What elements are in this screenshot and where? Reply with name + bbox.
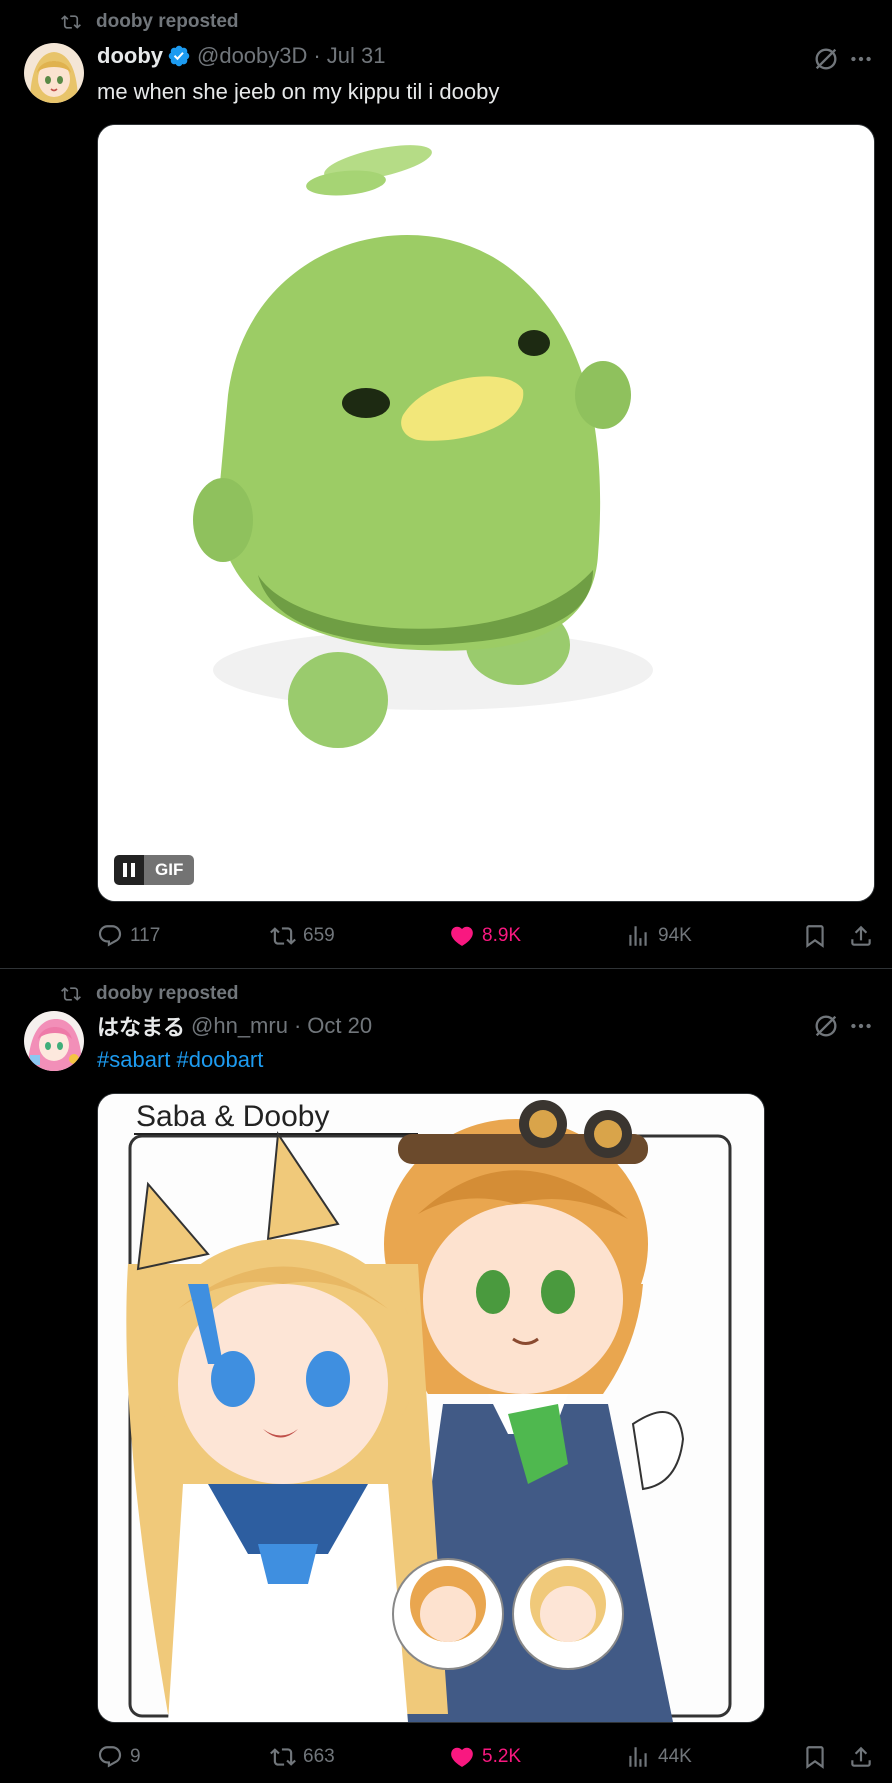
tweet-gif[interactable]: GIF — [97, 124, 875, 902]
avatar[interactable] — [24, 43, 84, 103]
views-icon — [629, 926, 647, 946]
bookmark-icon — [806, 1746, 824, 1769]
like-button[interactable]: 5.2K — [449, 1737, 521, 1777]
reply-button[interactable]: 9 — [97, 1737, 141, 1777]
artwork-caption: Saba & Dooby — [136, 1100, 329, 1133]
avatar[interactable] — [24, 1011, 84, 1071]
views-button[interactable]: 94K — [625, 916, 692, 956]
repost-button[interactable]: 659 — [270, 916, 335, 956]
hashtag-link[interactable]: #sabart — [97, 1047, 170, 1072]
bookmark-icon — [806, 925, 824, 948]
repost-count: 663 — [303, 1746, 335, 1767]
tweet-text: #sabart #doobart — [97, 1047, 263, 1073]
repost-icon — [61, 15, 81, 29]
tweet-date[interactable]: Oct 20 — [307, 1013, 372, 1039]
repost-label: dooby reposted — [96, 11, 239, 32]
gif-label: GIF — [144, 855, 195, 885]
tweet-text: me when she jeeb on my kippu til i dooby — [97, 79, 500, 104]
artwork-image: Saba & Dooby — [98, 1094, 764, 1722]
tweet-header: dooby @dooby3D · Jul 31 — [97, 43, 385, 69]
author-handle[interactable]: @dooby3D — [197, 43, 307, 69]
repost-indicator: dooby reposted — [58, 10, 239, 34]
tweet-1[interactable]: dooby reposted dooby @dooby3D · Jul 31 m… — [0, 0, 892, 968]
tweet-image[interactable]: Saba & Dooby — [97, 1093, 765, 1723]
views-button[interactable]: 44K — [625, 1737, 692, 1777]
repost-count: 659 — [303, 925, 335, 946]
like-count: 5.2K — [482, 1746, 522, 1767]
more-icon[interactable] — [848, 1013, 874, 1039]
separator-dot: · — [293, 1013, 302, 1038]
tweet-date[interactable]: Jul 31 — [327, 43, 386, 69]
repost-icon — [61, 987, 81, 1001]
grok-icon[interactable] — [812, 45, 840, 73]
reply-icon — [98, 1746, 122, 1768]
grok-icon[interactable] — [812, 1012, 840, 1040]
gif-frame — [98, 125, 874, 901]
like-button[interactable]: 8.9K — [449, 916, 521, 956]
share-button[interactable] — [848, 1737, 881, 1777]
separator-dot: · — [313, 43, 321, 68]
action-bar: 117 659 8.9K 94K — [97, 916, 877, 956]
bookmark-button[interactable] — [802, 916, 835, 956]
hashtag-link[interactable]: #doobart — [177, 1047, 264, 1072]
author-name[interactable]: dooby — [97, 43, 163, 69]
author-name[interactable]: はなまる — [97, 1010, 185, 1042]
repost-label: dooby reposted — [96, 983, 239, 1004]
reply-count: 117 — [130, 925, 161, 946]
gif-badge[interactable]: GIF — [114, 855, 195, 885]
repost-icon — [270, 1748, 296, 1766]
heart-icon — [451, 926, 473, 946]
share-button[interactable] — [848, 916, 881, 956]
more-icon[interactable] — [848, 46, 874, 72]
reply-button[interactable]: 117 — [97, 916, 160, 956]
share-icon — [851, 925, 871, 946]
views-icon — [629, 1747, 647, 1767]
heart-icon — [451, 1747, 473, 1767]
pause-icon[interactable] — [114, 855, 144, 885]
tweet-header: はなまる @hn_mru · Oct 20 — [97, 1010, 372, 1042]
verified-badge-icon — [168, 45, 190, 67]
repost-icon — [270, 927, 296, 945]
views-count: 94K — [658, 925, 692, 946]
views-count: 44K — [658, 1746, 692, 1767]
author-handle[interactable]: @hn_mru — [191, 1013, 288, 1039]
reply-count: 9 — [130, 1746, 141, 1767]
repost-indicator: dooby reposted — [58, 982, 239, 1006]
action-bar: 9 663 5.2K 44K — [97, 1737, 877, 1777]
tweet-2[interactable]: dooby reposted はなまる @hn_mru · Oct 20 #sa… — [0, 969, 892, 1783]
like-count: 8.9K — [482, 925, 522, 946]
bookmark-button[interactable] — [802, 1737, 835, 1777]
repost-button[interactable]: 663 — [270, 1737, 335, 1777]
reply-icon — [98, 925, 122, 947]
share-icon — [851, 1746, 871, 1767]
